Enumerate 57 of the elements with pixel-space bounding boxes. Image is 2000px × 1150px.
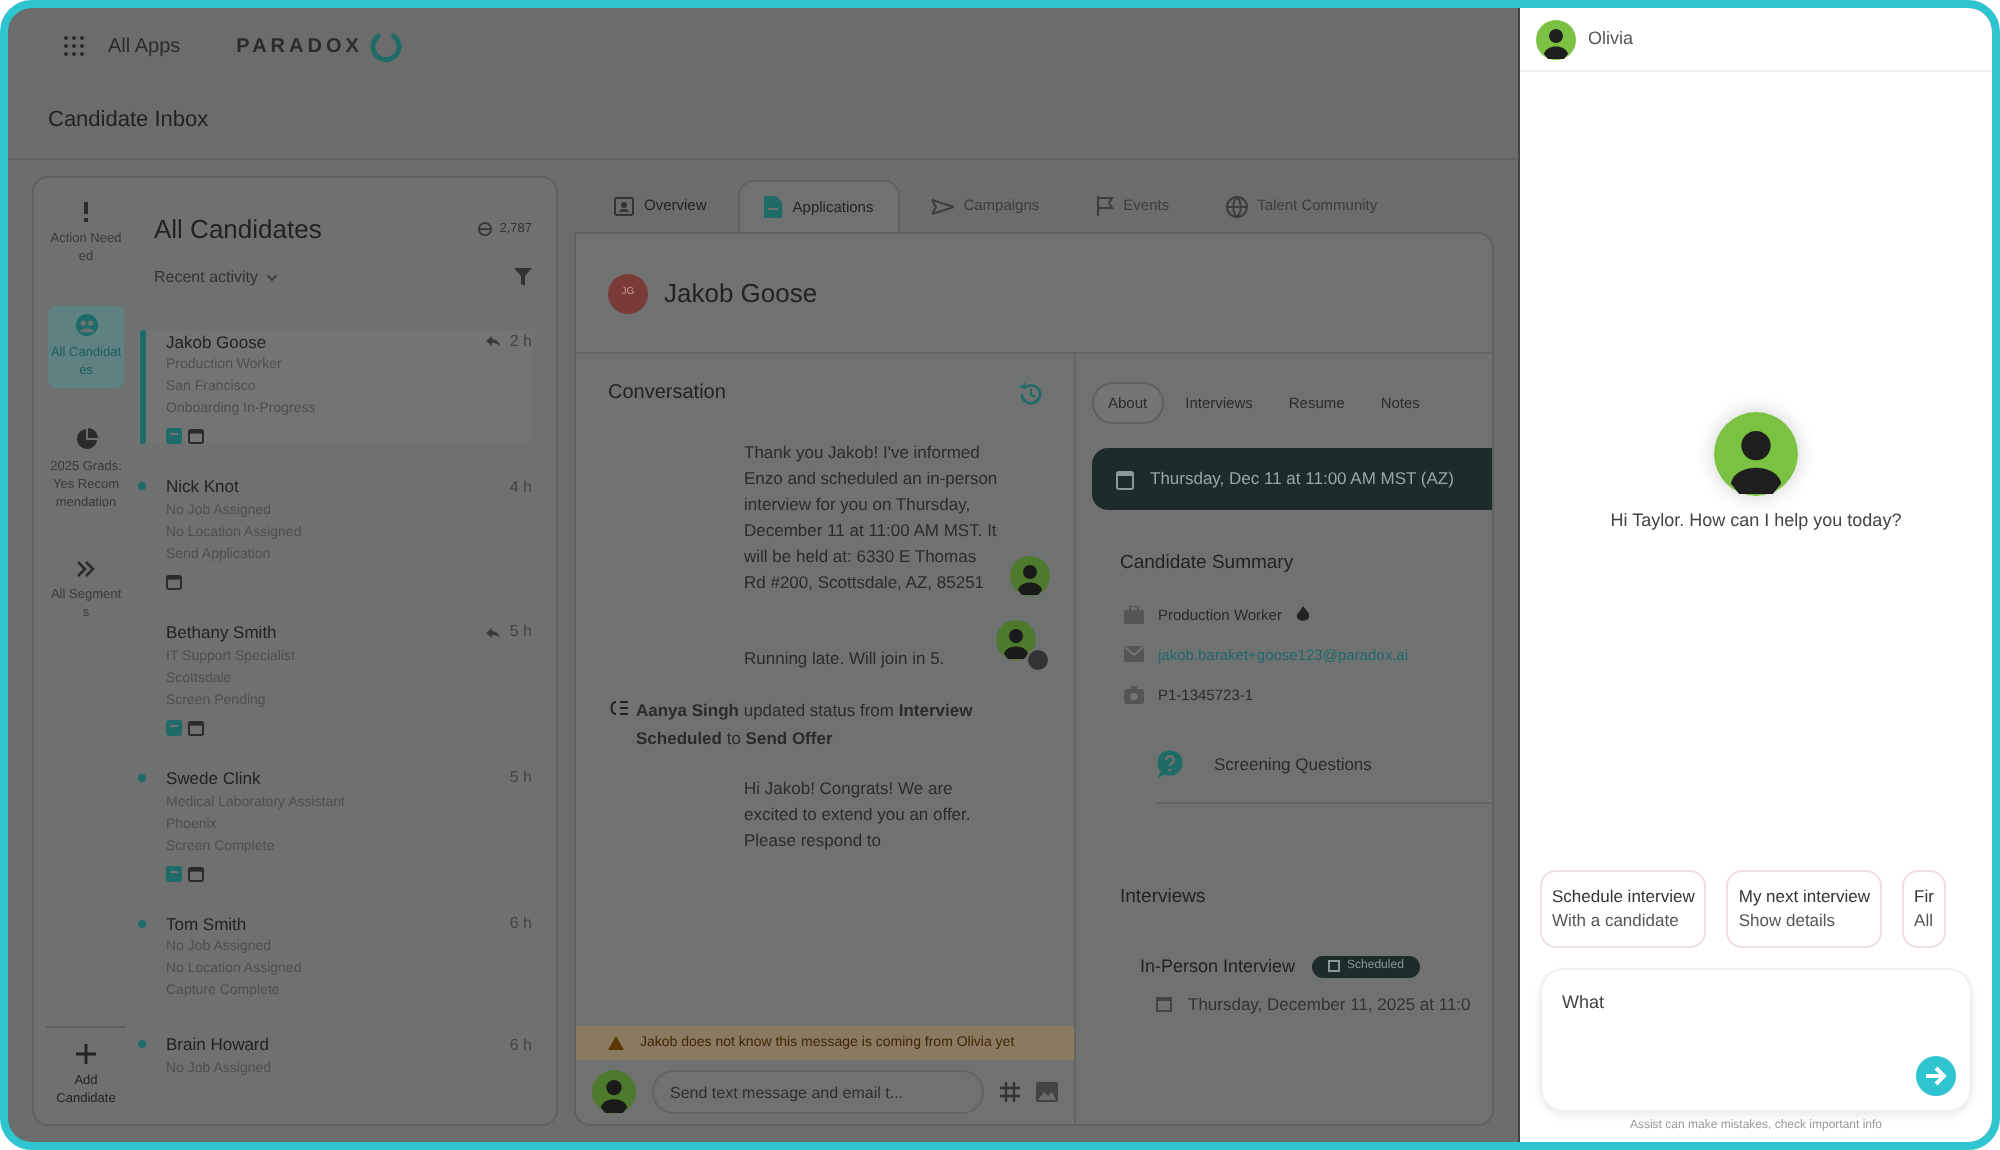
suggestion-chip[interactable]: My next interview Show details (1726, 869, 1883, 948)
candidate-name: Tom Smith (166, 911, 247, 937)
interviews-title: Interviews (1120, 884, 1208, 913)
app-grid-icon[interactable] (64, 36, 84, 56)
candidate-title: Jakob Goose (664, 275, 818, 312)
assistant-avatar (1714, 412, 1798, 496)
pie-chart-icon (75, 428, 97, 450)
flag-icon (1095, 196, 1114, 216)
status-list-icon (608, 700, 628, 716)
plus-icon (76, 1044, 96, 1064)
interview-date: Thursday, December 11, 2025 at 11:0 (1188, 992, 1471, 1018)
chat-input[interactable]: What (1540, 968, 1972, 1112)
candidate-name: Swede Clink (166, 765, 261, 791)
hash-icon[interactable] (1000, 1082, 1020, 1102)
ring-logo-icon (370, 30, 403, 62)
message-input[interactable]: Send text message and email t... (652, 1070, 984, 1114)
page-title: Candidate Inbox (48, 106, 209, 137)
greeting-text: Hi Taylor. How can I help you today? (1610, 508, 1902, 534)
chat-icon (166, 719, 182, 736)
warning-icon (608, 1036, 624, 1050)
message-text: Hi Jakob! Congrats! We are excited to extend you an offer. Please respond to (744, 776, 973, 854)
user-avatar (592, 1070, 636, 1114)
document-icon (764, 196, 783, 218)
selection-bar (139, 329, 145, 443)
message-text: Thank you Jakob! I've informed Enzo and scheduled an in-person interview for you on Thursday, December 11 at 11:00 AM MST. It will be held at: 6330 E Thomas Rd #200, Scottsdale, AZ, 85251 (744, 440, 1000, 596)
candidate-name: Brain Howard (166, 1032, 269, 1058)
candidate-name: Jakob Goose (166, 329, 267, 355)
question-bubble-icon (1156, 750, 1184, 779)
status-update: Aanya Singh updated status from Interview Scheduled to Send Offer (636, 698, 975, 752)
chat-icon (166, 865, 182, 881)
filter-icon[interactable] (514, 268, 532, 286)
double-chevron-icon (76, 560, 96, 578)
briefcase-icon (1124, 605, 1144, 624)
exclamation-icon (78, 202, 94, 222)
id-badge-icon (614, 196, 634, 216)
chat-icon (166, 428, 182, 445)
chevron-down-icon (266, 273, 279, 281)
all-apps-link[interactable]: All Apps (108, 31, 181, 61)
suggestion-chip[interactable]: Fir All (1902, 869, 1946, 948)
conversation-title: Conversation (608, 380, 726, 408)
sort-dropdown[interactable]: Recent activity (154, 265, 279, 289)
interview-time: Thursday, Dec 11 at 11:00 AM MST (AZ) (1150, 466, 1454, 493)
summary-title: Candidate Summary (1120, 550, 1296, 579)
message-text: Running late. Will join in 5. (744, 646, 947, 672)
image-icon[interactable] (1036, 1082, 1058, 1102)
sender-avatar (996, 620, 1036, 660)
candidate-name: Nick Knot (166, 474, 239, 500)
suggestion-chip[interactable]: Schedule interview With a candidate (1540, 869, 1707, 948)
interview-type: In-Person Interview (1140, 953, 1296, 979)
screening-questions-link[interactable]: Screening Questions (1214, 751, 1372, 778)
sender-avatar (1010, 556, 1050, 596)
candidate-name: Bethany Smith (166, 620, 277, 646)
assistant-avatar (1536, 19, 1576, 59)
list-title: All Candidates (154, 212, 322, 248)
envelope-icon (1124, 646, 1144, 663)
assistant-name: Olivia (1588, 25, 1634, 52)
brand-name: PARADOX (236, 33, 363, 61)
